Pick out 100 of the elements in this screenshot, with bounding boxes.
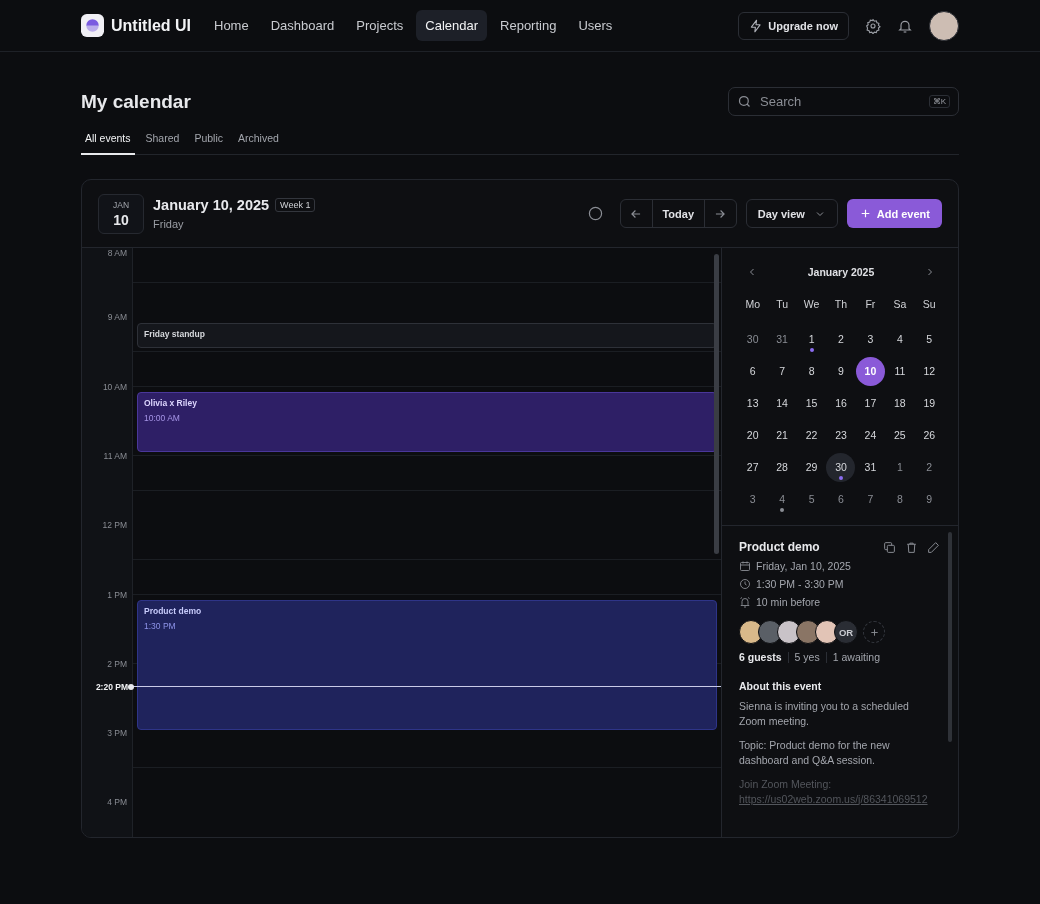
calendar-day[interactable]: 17 <box>855 388 885 418</box>
calendar-day[interactable]: 4 <box>885 324 915 354</box>
guest-avatar[interactable] <box>777 620 801 644</box>
calendar-day[interactable]: 6 <box>826 484 856 514</box>
pencil-icon[interactable] <box>927 540 940 554</box>
hour-label: 11 AM <box>103 450 127 461</box>
tab[interactable]: All events <box>81 129 135 155</box>
calendar-day[interactable]: 1 <box>885 452 915 482</box>
weekday-header: Su <box>922 298 936 312</box>
calendar-day[interactable]: 23 <box>826 420 856 450</box>
hour-label: 8 AM <box>107 248 127 258</box>
calendar-day[interactable]: 12 <box>914 356 944 386</box>
calendar-day[interactable]: 31 <box>767 324 797 354</box>
calendar-day[interactable]: 26 <box>914 420 944 450</box>
calendar-day[interactable]: 3 <box>855 324 885 354</box>
nav-link[interactable]: Dashboard <box>261 10 344 41</box>
calendar-day[interactable]: 2 <box>914 452 944 482</box>
calendar-day[interactable]: 19 <box>914 388 944 418</box>
tab[interactable]: Shared <box>141 129 184 155</box>
calendar-day[interactable]: 14 <box>767 388 797 418</box>
calendar-day[interactable]: 28 <box>767 452 797 482</box>
hour-label: 3 PM <box>107 728 127 739</box>
lightning-icon <box>749 18 764 33</box>
logo-icon <box>81 14 104 37</box>
calendar-day[interactable]: 20 <box>738 420 768 450</box>
event-block[interactable]: Friday standup <box>137 322 717 349</box>
calendar-day[interactable]: 6 <box>738 356 768 386</box>
calendar-day[interactable]: 2 <box>826 324 856 354</box>
calendar-day[interactable]: 24 <box>855 420 885 450</box>
calendar-day[interactable]: 7 <box>767 356 797 386</box>
scrollbar-thumb[interactable] <box>948 532 952 742</box>
calendar-day[interactable]: 9 <box>914 484 944 514</box>
hour-label: 1 PM <box>107 589 127 600</box>
awaiting-count: 1 awaiting <box>832 651 880 663</box>
calendar-day[interactable]: 4 <box>767 484 797 514</box>
calendar-day[interactable]: 18 <box>885 388 915 418</box>
calendar-day[interactable]: 8 <box>885 484 915 514</box>
calendar-day[interactable]: 31 <box>855 452 885 482</box>
brand-name[interactable]: Untitled UI <box>111 16 191 35</box>
calendar-day[interactable]: 27 <box>738 452 768 482</box>
guest-avatar[interactable] <box>739 620 763 644</box>
calendar-day[interactable]: 15 <box>797 388 827 418</box>
calendar-day[interactable]: 9 <box>826 356 856 386</box>
guest-avatar[interactable] <box>815 620 839 644</box>
calendar-day[interactable]: 13 <box>738 388 768 418</box>
join-label: Join Zoom Meeting: <box>739 778 832 790</box>
tab[interactable]: Public <box>190 129 227 155</box>
nav-link[interactable]: Calendar <box>416 10 488 41</box>
circle-icon[interactable] <box>587 206 603 221</box>
nav-link[interactable]: Home <box>205 10 258 41</box>
event-title: Product demo <box>144 606 202 617</box>
calendar-day[interactable]: 5 <box>797 484 827 514</box>
nav-link[interactable]: Reporting <box>491 10 566 41</box>
event-title: Olivia x Riley <box>144 398 197 409</box>
tab[interactable]: Archived <box>234 129 283 155</box>
nav-link[interactable]: Projects <box>347 10 413 41</box>
event-description: Topic: Product demo for the new dashboard and Q&A session. <box>739 738 891 767</box>
shortcut-hint: ⌘K <box>928 95 950 108</box>
calendar-day[interactable]: 22 <box>797 420 827 450</box>
event-block[interactable]: Olivia x Riley 10:00 AM <box>137 392 717 452</box>
weekday-label: Friday <box>153 218 185 230</box>
nav-link[interactable]: Users <box>569 10 622 41</box>
calendar-day[interactable]: 30 <box>738 324 768 354</box>
calendar-day[interactable]: 1 <box>797 324 827 354</box>
event-title: Friday standup <box>144 328 205 339</box>
trash-icon[interactable] <box>905 540 918 554</box>
event-time-range: 1:30 PM - 3:30 PM <box>756 578 844 590</box>
calendar-day[interactable]: 11 <box>885 356 915 386</box>
search-field[interactable]: Search ⌘K <box>728 87 959 116</box>
calendar-day[interactable]: 16 <box>826 388 856 418</box>
weekday-header: Fr <box>865 298 876 312</box>
search-input[interactable]: Search <box>758 93 923 110</box>
upgrade-button[interactable]: Upgrade now <box>738 11 849 40</box>
guest-avatar[interactable] <box>796 620 820 644</box>
scrollbar-thumb[interactable] <box>714 254 719 554</box>
event-block[interactable]: Product demo 1:30 PM <box>137 600 717 731</box>
calendar-day[interactable]: 29 <box>797 452 827 482</box>
calendar-day[interactable]: 3 <box>738 484 768 514</box>
user-avatar[interactable] <box>929 10 959 41</box>
calendar-day[interactable]: 7 <box>855 484 885 514</box>
hour-label: 4 PM <box>107 797 127 808</box>
badge-month: JAN <box>112 199 130 210</box>
about-title: About this event <box>739 680 823 692</box>
add-event-button[interactable]: Add event <box>846 199 942 228</box>
yes-count: 5 yes <box>794 651 820 663</box>
search-icon <box>737 94 752 109</box>
guest-initials-avatar[interactable]: OR <box>834 620 858 644</box>
settings-icon[interactable] <box>865 17 881 34</box>
calendar-day[interactable]: 5 <box>914 324 944 354</box>
copy-icon[interactable] <box>883 540 896 554</box>
calendar-day[interactable]: 21 <box>767 420 797 450</box>
view-dropdown[interactable]: Day view <box>745 199 838 228</box>
calendar-day[interactable]: 25 <box>885 420 915 450</box>
plus-icon <box>868 626 880 638</box>
guest-avatar[interactable] <box>758 620 782 644</box>
calendar-day[interactable]: 30 <box>826 452 856 482</box>
weekday-header: Sa <box>893 298 907 312</box>
calendar-day[interactable]: 8 <box>797 356 827 386</box>
calendar-day[interactable]: 10 <box>855 356 885 386</box>
date-title: January 10, 2025 <box>153 197 270 213</box>
